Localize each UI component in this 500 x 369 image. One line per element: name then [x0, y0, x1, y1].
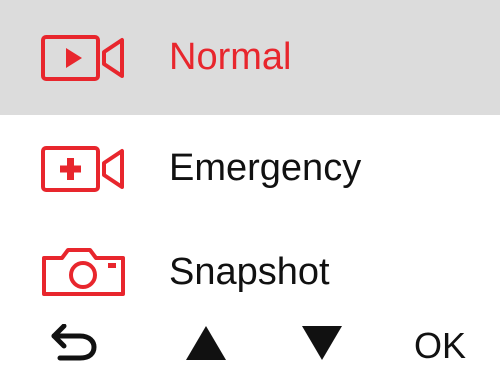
menu-item-snapshot[interactable]: Snapshot	[0, 222, 500, 322]
up-button[interactable]	[176, 322, 236, 369]
ok-label: OK	[413, 324, 466, 366]
video-camera-emergency-icon	[40, 143, 140, 195]
ok-button[interactable]: OK	[405, 322, 475, 369]
triangle-up-icon	[184, 324, 228, 367]
menu-item-label: Emergency	[169, 147, 362, 189]
menu-item-label: Normal	[169, 36, 292, 78]
photo-camera-icon	[40, 246, 140, 298]
back-button[interactable]	[44, 322, 104, 369]
triangle-down-icon	[300, 324, 344, 367]
menu-item-label: Snapshot	[169, 250, 330, 293]
menu-item-normal[interactable]: Normal	[0, 0, 500, 115]
down-button[interactable]	[292, 322, 352, 369]
file-type-menu: Normal Emergency Snapshot	[0, 0, 500, 322]
control-bar: OK	[0, 322, 500, 369]
menu-item-emergency[interactable]: Emergency	[0, 115, 500, 222]
back-arrow-icon	[50, 323, 98, 367]
video-camera-play-icon	[40, 32, 140, 84]
